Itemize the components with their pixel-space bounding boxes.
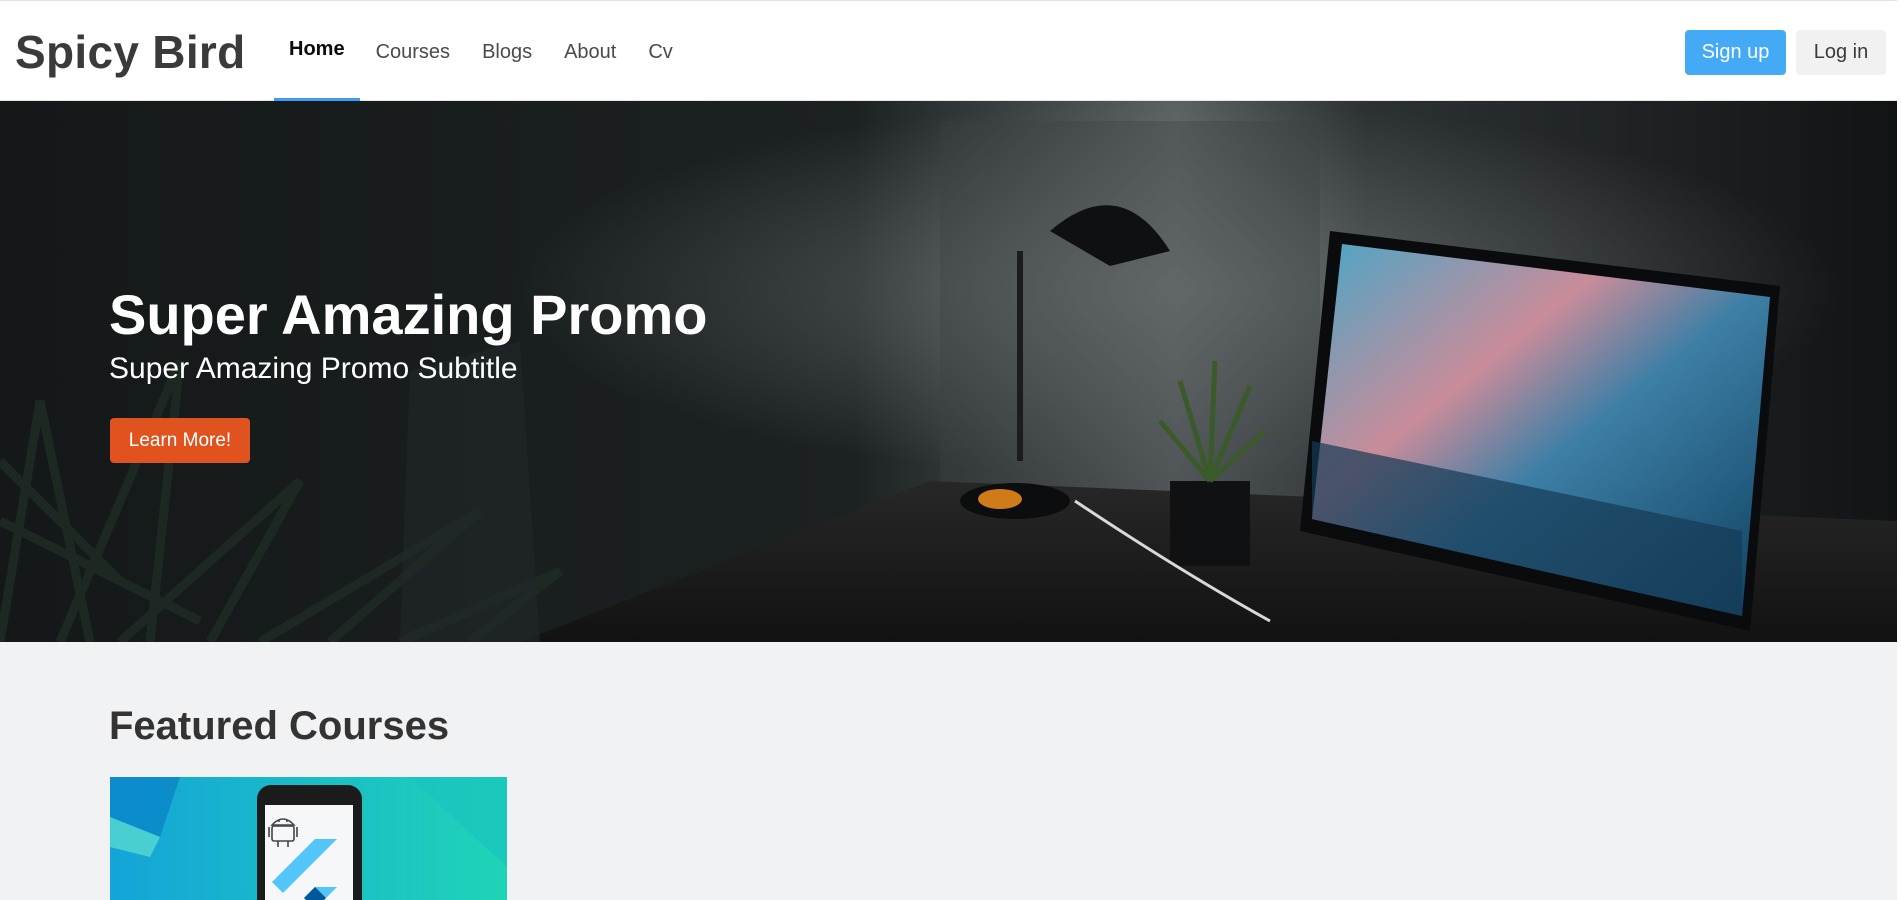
nav-item-courses[interactable]: Courses — [360, 1, 466, 101]
nav-item-about[interactable]: About — [548, 1, 632, 101]
brand-logo[interactable]: Spicy Bird — [15, 25, 246, 79]
nav-item-label: About — [564, 40, 617, 63]
featured-courses-heading: Featured Courses — [109, 704, 450, 748]
signup-button[interactable]: Sign up — [1685, 30, 1786, 75]
nav-item-home[interactable]: Home — [274, 1, 360, 102]
learn-more-button[interactable]: Learn More! — [110, 418, 250, 463]
course-card-thumbnail[interactable] — [110, 777, 507, 900]
top-navbar: Spicy Bird Home Courses Blogs About Cv S… — [0, 0, 1901, 102]
nav-item-label: Courses — [375, 40, 451, 63]
main-nav: Home Courses Blogs About Cv — [274, 1, 689, 102]
flutter-icon — [272, 839, 337, 900]
hero-title: Super Amazing Promo — [109, 283, 708, 346]
nav-item-label: Home — [289, 37, 345, 60]
hero-subtitle: Super Amazing Promo Subtitle — [109, 352, 518, 385]
login-button[interactable]: Log in — [1796, 30, 1886, 75]
hero-banner: Super Amazing Promo Super Amazing Promo … — [0, 101, 1897, 642]
page-edge — [1897, 0, 1901, 900]
nav-item-blogs[interactable]: Blogs — [466, 1, 548, 101]
nav-item-cv[interactable]: Cv — [632, 1, 688, 101]
page: Spicy Bird Home Courses Blogs About Cv S… — [0, 0, 1901, 900]
nav-item-label: Cv — [648, 40, 673, 63]
nav-item-label: Blogs — [482, 40, 533, 63]
